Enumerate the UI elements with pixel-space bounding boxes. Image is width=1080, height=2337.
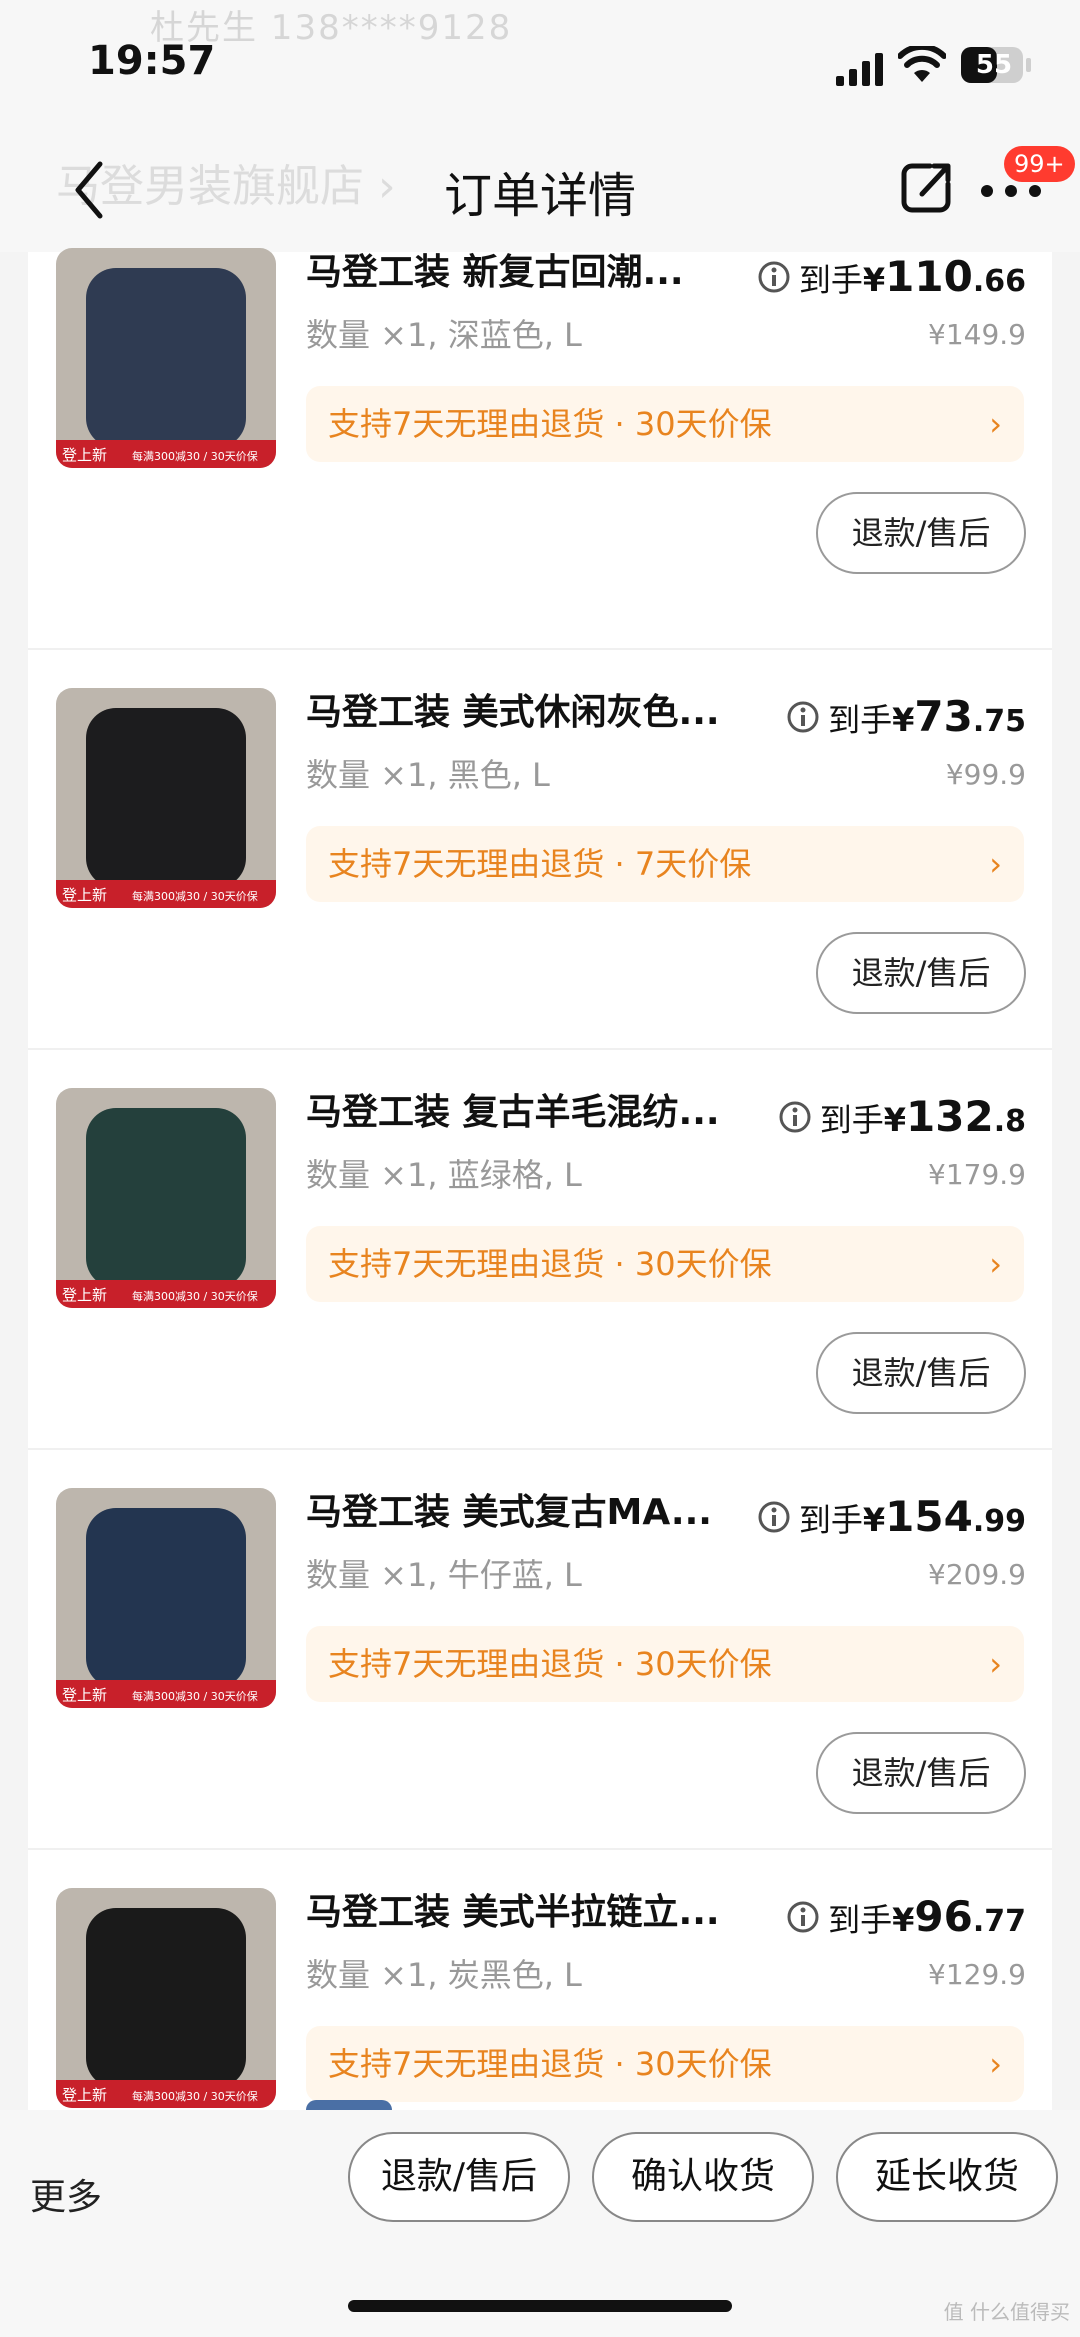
order-item[interactable]: 登上新 每满300减30 / 30天价保 马登工装 美式休闲灰色... 到手 ¥… <box>28 648 1052 1050</box>
price-decimal: .66 <box>972 264 1026 299</box>
chevron-right-icon: › <box>989 845 1002 883</box>
more-link[interactable]: 更多 <box>30 2168 102 2220</box>
watermark-text: 值 什么值得买 <box>943 2300 1070 2324</box>
product-thumbnail[interactable]: 登上新 每满300减30 / 30天价保 <box>56 1888 276 2108</box>
product-title[interactable]: 马登工装 复古羊毛混纺... <box>306 1088 776 1138</box>
cellular-signal-icon <box>836 53 883 86</box>
price-decimal: .99 <box>972 1504 1026 1539</box>
price-currency: ¥ <box>892 1901 915 1939</box>
product-spec: 数量 ×1, 牛仔蓝, L <box>306 1556 582 1594</box>
product-title[interactable]: 马登工装 美式半拉链立... <box>306 1888 776 1938</box>
price-label: 到手 <box>828 701 893 739</box>
more-options-icon[interactable] <box>980 184 1042 198</box>
price-label: 到手 <box>819 1101 884 1139</box>
price-label: 到手 <box>798 261 863 299</box>
home-indicator <box>348 2300 732 2312</box>
share-icon[interactable] <box>900 160 954 214</box>
price-label: 到手 <box>798 1501 863 1539</box>
price-currency: ¥ <box>883 1101 907 1139</box>
svg-text:每满300减30 / 30天价保: 每满300减30 / 30天价保 <box>132 2089 258 2103</box>
final-price: 到手 ¥ 73 .75 <box>786 692 1026 742</box>
guarantee-text: 支持7天无理由退货 · 30天价保 <box>328 1645 772 1683</box>
nav-bar: 马登男装旗舰店 › 订单详情 99+ <box>0 120 1080 252</box>
original-price: ¥99.9 <box>945 758 1026 791</box>
price-integer: 73 <box>914 692 973 741</box>
product-spec: 数量 ×1, 蓝绿格, L <box>306 1156 582 1194</box>
final-price: 到手 ¥ 96 .77 <box>786 1892 1026 1942</box>
svg-text:登上新: 登上新 <box>62 1686 107 1704</box>
guarantee-banner[interactable]: 支持7天无理由退货 · 7天价保 › <box>306 826 1024 902</box>
svg-text:每满300减30 / 30天价保: 每满300减30 / 30天价保 <box>132 449 258 463</box>
guarantee-banner[interactable]: 支持7天无理由退货 · 30天价保 › <box>306 386 1024 462</box>
chevron-right-icon: › <box>989 1245 1002 1283</box>
guarantee-text: 支持7天无理由退货 · 30天价保 <box>328 1245 772 1283</box>
chevron-right-icon: › <box>989 2045 1002 2083</box>
guarantee-banner[interactable]: 支持7天无理由退货 · 30天价保 › <box>306 1626 1024 1702</box>
item-refund-button[interactable]: 退款/售后 <box>816 1332 1026 1414</box>
original-price: ¥209.9 <box>928 1558 1026 1591</box>
original-price: ¥149.9 <box>928 318 1026 351</box>
svg-text:登上新: 登上新 <box>62 1286 107 1304</box>
price-currency: ¥ <box>892 701 915 739</box>
price-decimal: .75 <box>972 704 1026 739</box>
price-integer: 96 <box>914 1892 973 1941</box>
refund-after-sale-button[interactable]: 退款/售后 <box>348 2132 570 2222</box>
price-currency: ¥ <box>862 1501 886 1539</box>
product-title[interactable]: 马登工装 新复古回潮... <box>306 248 776 298</box>
product-spec: 数量 ×1, 炭黑色, L <box>306 1956 582 1994</box>
guarantee-text: 支持7天无理由退货 · 7天价保 <box>328 845 752 883</box>
wifi-icon <box>898 46 946 82</box>
product-thumbnail[interactable]: 登上新 每满300减30 / 30天价保 <box>56 688 276 908</box>
item-refund-button[interactable]: 退款/售后 <box>816 492 1026 574</box>
final-price: 到手 ¥ 132 .8 <box>778 1092 1026 1142</box>
guarantee-banner[interactable]: 支持7天无理由退货 · 30天价保 › <box>306 2026 1024 2102</box>
product-thumbnail[interactable]: 登上新 每满300减30 / 30天价保 <box>56 1488 276 1708</box>
price-currency: ¥ <box>862 261 886 299</box>
svg-text:登上新: 登上新 <box>62 886 107 904</box>
confirm-receipt-button[interactable]: 确认收货 <box>592 2132 814 2222</box>
order-item[interactable]: 登上新 每满300减30 / 30天价保 马登工装 新复古回潮... 到手 ¥ … <box>28 248 1052 650</box>
final-price: 到手 ¥ 110 .66 <box>757 252 1026 302</box>
guarantee-banner[interactable]: 支持7天无理由退货 · 30天价保 › <box>306 1226 1024 1302</box>
order-items-card: 登上新 每满300减30 / 30天价保 马登工装 新复古回潮... 到手 ¥ … <box>28 248 1052 2250</box>
info-icon[interactable] <box>786 700 820 734</box>
info-icon[interactable] <box>757 260 791 294</box>
price-integer: 132 <box>906 1092 994 1141</box>
original-price: ¥129.9 <box>928 1958 1026 1991</box>
price-decimal: .8 <box>993 1104 1026 1139</box>
product-title[interactable]: 马登工装 美式休闲灰色... <box>306 688 776 738</box>
original-price: ¥179.9 <box>928 1158 1026 1191</box>
product-title[interactable]: 马登工装 美式复古MA... <box>306 1488 776 1538</box>
svg-text:登上新: 登上新 <box>62 446 107 464</box>
svg-text:登上新: 登上新 <box>62 2086 107 2104</box>
notification-badge: 99+ <box>1004 146 1075 182</box>
order-item[interactable]: 登上新 每满300减30 / 30天价保 马登工装 复古羊毛混纺... 到手 ¥… <box>28 1048 1052 1450</box>
extend-receipt-button[interactable]: 延长收货 <box>836 2132 1058 2222</box>
item-refund-button[interactable]: 退款/售后 <box>816 932 1026 1014</box>
status-time: 19:57 <box>88 38 216 84</box>
svg-text:每满300减30 / 30天价保: 每满300减30 / 30天价保 <box>132 1689 258 1703</box>
price-integer: 110 <box>885 252 973 301</box>
info-icon[interactable] <box>757 1500 791 1534</box>
guarantee-text: 支持7天无理由退货 · 30天价保 <box>328 2045 772 2083</box>
guarantee-text: 支持7天无理由退货 · 30天价保 <box>328 405 772 443</box>
product-thumbnail[interactable]: 登上新 每满300减30 / 30天价保 <box>56 248 276 468</box>
final-price: 到手 ¥ 154 .99 <box>757 1492 1026 1542</box>
price-decimal: .77 <box>972 1904 1026 1939</box>
info-icon[interactable] <box>778 1100 812 1134</box>
product-thumbnail[interactable]: 登上新 每满300减30 / 30天价保 <box>56 1088 276 1308</box>
price-label: 到手 <box>828 1901 893 1939</box>
price-integer: 154 <box>885 1492 973 1541</box>
battery-level-text: 55 <box>975 50 1013 80</box>
order-item[interactable]: 登上新 每满300减30 / 30天价保 马登工装 美式复古MA... 到手 ¥… <box>28 1448 1052 1850</box>
chevron-right-icon: › <box>989 1645 1002 1683</box>
status-bar: 杜先生 138****9128 19:57 55 <box>0 0 1080 120</box>
item-refund-button[interactable]: 退款/售后 <box>816 1732 1026 1814</box>
product-spec: 数量 ×1, 深蓝色, L <box>306 316 582 354</box>
svg-text:每满300减30 / 30天价保: 每满300减30 / 30天价保 <box>132 889 258 903</box>
svg-text:每满300减30 / 30天价保: 每满300减30 / 30天价保 <box>132 1289 258 1303</box>
product-spec: 数量 ×1, 黑色, L <box>306 756 550 794</box>
info-icon[interactable] <box>786 1900 820 1934</box>
chevron-right-icon: › <box>989 405 1002 443</box>
